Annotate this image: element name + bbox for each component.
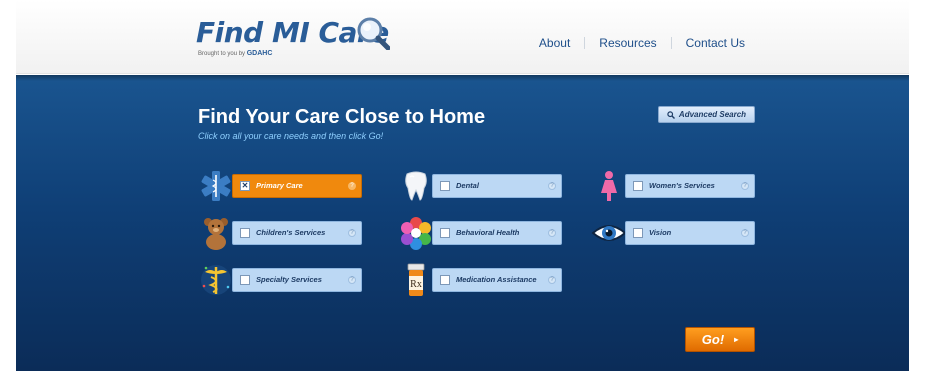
site-header: Find MI Care Brought to you by GDAHC Abo…	[16, 0, 909, 74]
page-frame: Find MI Care Brought to you by GDAHC Abo…	[16, 0, 909, 371]
info-icon[interactable]: ?	[548, 229, 556, 237]
go-button-label: Go!	[701, 332, 725, 347]
care-finder-panel: Find Your Care Close to Home Click on al…	[16, 75, 909, 371]
magnifier-icon	[357, 17, 390, 50]
option-label: Children's Services	[256, 228, 326, 237]
top-nav: About Resources Contact Us	[525, 36, 759, 50]
medical-star-icon	[198, 168, 234, 204]
checkbox[interactable]	[440, 228, 450, 238]
tooth-icon	[398, 168, 434, 204]
info-icon[interactable]: ?	[741, 182, 749, 190]
prescription-bottle-icon: Rx	[398, 262, 434, 298]
colorful-burst-icon	[398, 215, 434, 251]
checkbox[interactable]	[633, 228, 643, 238]
option-label: Specialty Services	[256, 275, 322, 284]
teddy-bear-icon	[198, 215, 234, 251]
go-button[interactable]: Go! ▸	[685, 327, 755, 352]
option-bar	[432, 174, 562, 198]
chevron-right-icon: ▸	[734, 335, 739, 344]
checkbox[interactable]	[240, 228, 250, 238]
info-icon[interactable]: ?	[348, 276, 356, 284]
info-icon[interactable]: ?	[548, 276, 556, 284]
info-icon[interactable]: ?	[548, 182, 556, 190]
option-label: Dental	[456, 181, 479, 190]
woman-icon	[591, 168, 627, 204]
logo-tagline: Brought to you by GDAHC	[198, 50, 272, 57]
nav-contact-us-link[interactable]: Contact Us	[672, 36, 759, 50]
caduceus-icon	[198, 262, 234, 298]
checkbox-checked[interactable]: ✕	[240, 181, 250, 191]
info-icon[interactable]: ?	[348, 182, 356, 190]
find-mi-care-logo[interactable]: Find MI Care Brought to you by GDAHC	[196, 17, 416, 68]
advanced-search-button[interactable]: Advanced Search	[658, 106, 755, 123]
option-dental[interactable]: Dental ?	[398, 171, 562, 201]
search-icon	[667, 110, 675, 119]
eye-icon	[591, 215, 627, 251]
logo-tagline-brand: GDAHC	[246, 50, 273, 57]
checkbox[interactable]	[440, 181, 450, 191]
nav-resources-link[interactable]: Resources	[585, 36, 670, 50]
page-title: Find Your Care Close to Home	[198, 106, 486, 128]
option-label: Behavioral Health	[456, 228, 520, 237]
checkbox[interactable]	[633, 181, 643, 191]
option-behavioral-health[interactable]: Behavioral Health ?	[398, 217, 562, 250]
option-womens-services[interactable]: Women's Services ?	[591, 171, 755, 201]
info-icon[interactable]: ?	[741, 229, 749, 237]
option-childrens-services[interactable]: Children's Services ?	[198, 218, 362, 250]
nav-about-link[interactable]: About	[525, 36, 584, 50]
option-medication-assistance[interactable]: Rx Medication Assistance ?	[398, 263, 562, 296]
option-bar	[625, 221, 755, 245]
option-specialty-services[interactable]: Specialty Services ?	[198, 265, 362, 295]
option-label: Vision	[649, 228, 672, 237]
info-icon[interactable]: ?	[348, 229, 356, 237]
option-label: Primary Care	[256, 181, 303, 190]
logo-tagline-prefix: Brought to you by	[198, 51, 246, 57]
option-label: Women's Services	[649, 181, 715, 190]
option-primary-care[interactable]: ✕ Primary Care ?	[198, 171, 362, 201]
option-vision[interactable]: Vision ?	[591, 221, 755, 245]
checkbox[interactable]	[440, 275, 450, 285]
checkbox[interactable]	[240, 275, 250, 285]
option-label: Medication Assistance	[456, 275, 537, 284]
page-subtitle: Click on all your care needs and then cl…	[198, 131, 384, 141]
advanced-search-label: Advanced Search	[678, 110, 747, 119]
svg-text:Rx: Rx	[410, 279, 422, 290]
